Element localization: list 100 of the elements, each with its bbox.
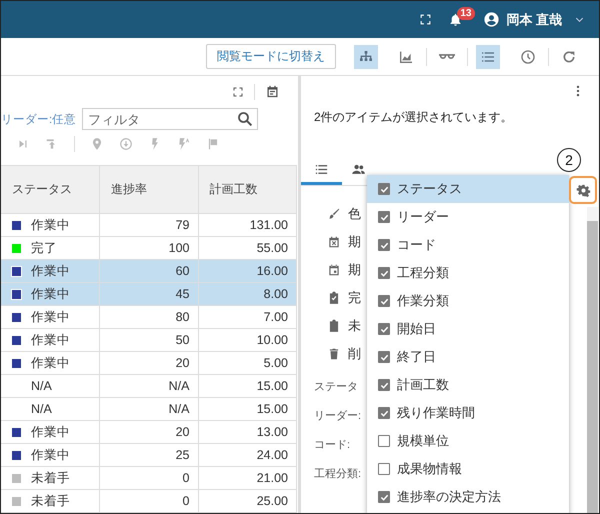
progress-cell: 20 [100, 420, 198, 444]
refresh-icon [561, 48, 577, 64]
brush-icon [327, 207, 341, 221]
planned-hours-cell: 15.00 [198, 398, 296, 420]
progress-cell: N/A [100, 374, 198, 398]
checkbox[interactable] [378, 295, 390, 307]
action-item[interactable]: 完 [348, 289, 361, 307]
clock-icon [520, 48, 536, 64]
download-icon [119, 137, 133, 152]
status-cell: N/A [1, 398, 100, 420]
column-menu-item[interactable]: 終了日 [367, 343, 569, 371]
user-icon [483, 11, 500, 28]
planned-hours-cell: 13.00 [198, 420, 296, 444]
column-header[interactable]: 計画工数 [198, 166, 296, 214]
switch-view-mode-button[interactable]: 閲覧モードに切替え [206, 44, 336, 69]
checkbox[interactable] [378, 267, 390, 279]
status-cell: N/A [1, 374, 100, 398]
progress-cell: 0 [100, 490, 198, 512]
action-item[interactable]: 未 [348, 317, 361, 335]
column-menu-item[interactable]: ステータス [367, 175, 569, 203]
checkbox[interactable] [378, 351, 390, 363]
checkbox[interactable] [378, 491, 390, 503]
progress-cell: 79 [100, 214, 198, 236]
status-cell: 作業中 [1, 444, 100, 466]
column-header[interactable]: ステータス [1, 166, 100, 214]
field-label: ステータ [314, 380, 358, 394]
progress-cell: 25 [100, 444, 198, 466]
status-cell: 作業中 [1, 282, 100, 306]
list-icon [314, 162, 329, 177]
status-cell: 作業中 [1, 420, 100, 444]
clipboard-check-icon [327, 291, 341, 305]
status-cell: 作業中 [1, 306, 100, 328]
search-icon [236, 110, 254, 128]
checkbox[interactable] [378, 379, 390, 391]
flag-icon [206, 137, 220, 152]
action-item[interactable]: 削 [348, 345, 361, 363]
field-label: リーダー: [314, 409, 362, 423]
status-cell: 作業中 [1, 214, 100, 236]
bolt-icon [177, 137, 191, 152]
action-item[interactable]: 色 [348, 205, 361, 223]
planned-hours-cell: 24.00 [198, 444, 296, 466]
planned-hours-cell: 15.00 [198, 374, 296, 398]
planned-hours-cell: 21.00 [198, 466, 296, 490]
status-cell: 未着手 [1, 466, 100, 490]
field-label: 工程分類: [314, 467, 362, 481]
checkbox[interactable] [378, 463, 390, 475]
selection-message: 2件のアイテムが選択されています。 [313, 109, 514, 126]
planned-hours-cell: 7.00 [198, 306, 296, 328]
column-menu-item[interactable]: 成果物情報 [367, 455, 569, 483]
checkbox[interactable] [378, 435, 390, 447]
calendar-x-icon [327, 235, 341, 249]
checkbox[interactable] [378, 211, 390, 223]
trash-icon [327, 347, 341, 361]
action-item[interactable]: 期 [348, 261, 361, 279]
progress-cell: 20 [100, 352, 198, 374]
checkbox[interactable] [378, 323, 390, 335]
filter-field[interactable]: フィルタ [82, 108, 258, 130]
field-label: コード: [314, 438, 350, 452]
scrollbar[interactable] [587, 207, 598, 513]
column-menu-item[interactable]: コード [367, 231, 569, 259]
people-icon [350, 162, 366, 177]
planned-hours-cell: 5.00 [198, 352, 296, 374]
settings-button[interactable] [569, 176, 597, 204]
fullscreen-icon [419, 13, 432, 26]
action-item[interactable]: 期 [348, 233, 361, 251]
column-menu-item[interactable]: 規模単位 [367, 427, 569, 455]
planned-hours-cell: 10.00 [198, 328, 296, 352]
calendar-icon [327, 263, 341, 277]
calendar-icon [265, 84, 280, 100]
planned-hours-cell: 16.00 [198, 260, 296, 282]
progress-cell: 50 [100, 328, 198, 352]
progress-cell: 80 [100, 306, 198, 328]
column-menu-item[interactable]: 残り作業時間 [367, 399, 569, 427]
column-menu-item[interactable]: 作業分類 [367, 287, 569, 315]
column-menu-item[interactable]: 計画工数 [367, 371, 569, 399]
column-menu-item[interactable]: 進捗率の決定方法 [367, 483, 569, 511]
status-cell: 作業中 [1, 260, 100, 282]
status-cell: 未着手 [1, 490, 100, 512]
list-icon-button[interactable] [476, 44, 500, 68]
planned-hours-cell: 8.00 [198, 282, 296, 306]
settings-icon [576, 182, 590, 198]
checkbox[interactable] [378, 239, 390, 251]
pin-icon [90, 137, 104, 152]
checkbox[interactable] [378, 407, 390, 419]
planned-hours-cell: 25.00 [198, 490, 296, 512]
column-header[interactable]: 進捗率 [100, 166, 198, 214]
hierarchy-icon-button[interactable] [354, 44, 378, 68]
progress-cell: 0 [100, 466, 198, 490]
user-name[interactable]: 岡本 直哉 [506, 10, 562, 28]
progress-cell: 60 [100, 260, 198, 282]
column-menu-item[interactable]: リーダー [367, 203, 569, 231]
column-menu-item[interactable]: 開始日 [367, 315, 569, 343]
annotation-number: 2 [557, 148, 581, 172]
status-cell: 作業中 [1, 352, 100, 374]
status-cell: 作業中 [1, 328, 100, 352]
progress-cell: N/A [100, 398, 198, 420]
column-menu-item[interactable]: 工程分類 [367, 259, 569, 287]
planned-hours-cell: 131.00 [198, 214, 296, 236]
checkbox[interactable] [378, 183, 390, 195]
chart-icon [398, 48, 414, 64]
